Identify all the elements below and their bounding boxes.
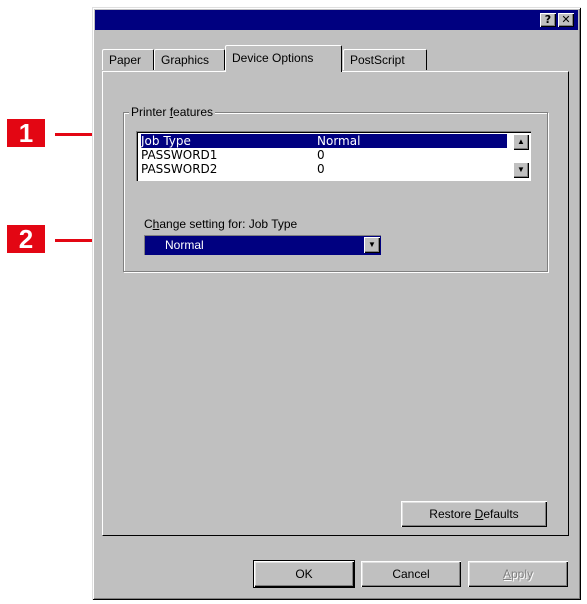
printer-features-list[interactable]: Job Type Normal PASSWORD1 0 PASSWORD2 0 … [136,131,531,181]
tab-device-options-label: Device Options [232,51,314,65]
ok-label: OK [295,567,313,581]
ok-button[interactable]: OK [253,560,355,588]
printer-properties-dialog: ? ✕ Paper Graphics Device Options PostSc… [92,7,581,600]
scroll-down-button[interactable]: ▼ [513,162,529,178]
cancel-label: Cancel [392,567,430,581]
job-type-dropdown[interactable]: Normal ▼ [144,235,381,255]
list-item-password1[interactable]: PASSWORD1 0 [141,148,507,162]
tab-graphics[interactable]: Graphics [154,49,225,70]
cancel-button[interactable]: Cancel [361,561,461,587]
tab-paper[interactable]: Paper [102,49,154,70]
apply-button[interactable]: Apply [468,561,568,587]
restore-defaults-button[interactable]: Restore Defaults [401,501,547,527]
tab-paper-label: Paper [109,53,142,67]
close-icon: ✕ [561,13,571,26]
tab-graphics-label: Graphics [161,53,210,67]
scroll-up-button[interactable]: ▲ [513,134,529,150]
restore-defaults-label: Restore Defaults [429,507,519,521]
list-item-value: 0 [317,148,325,162]
change-setting-label: Change setting for: Job Type [144,217,298,231]
dropdown-arrow-button[interactable]: ▼ [364,237,380,253]
apply-label: Apply [502,567,534,581]
help-button[interactable]: ? [540,13,556,27]
list-item-name: Job Type [141,134,191,148]
tab-device-options[interactable]: Device Options [225,45,342,72]
list-item-name: PASSWORD2 [141,162,218,176]
list-item-name: PASSWORD1 [141,148,218,162]
help-icon: ? [544,13,552,26]
device-options-panel: Printer features Job Type Normal PASSWOR… [102,71,569,536]
list-item-value: 0 [317,162,325,176]
list-item-password2[interactable]: PASSWORD2 0 [141,162,507,176]
chevron-down-icon: ▼ [368,240,376,249]
list-item-value: Normal [317,134,361,148]
job-type-dropdown-value: Normal [165,238,204,252]
callout-1: 1 [7,119,45,147]
printer-features-legend: Printer features [129,105,216,119]
scroll-up-icon: ▲ [517,137,525,146]
title-bar: ? ✕ [95,10,578,30]
tab-postscript[interactable]: PostScript [343,49,427,70]
list-item-job-type[interactable]: Job Type Normal [141,134,507,148]
close-button[interactable]: ✕ [558,13,574,27]
scroll-down-icon: ▼ [517,165,525,174]
printer-features-group: Printer features Job Type Normal PASSWOR… [123,105,548,272]
tab-postscript-label: PostScript [350,53,405,67]
callout-2: 2 [7,225,45,253]
